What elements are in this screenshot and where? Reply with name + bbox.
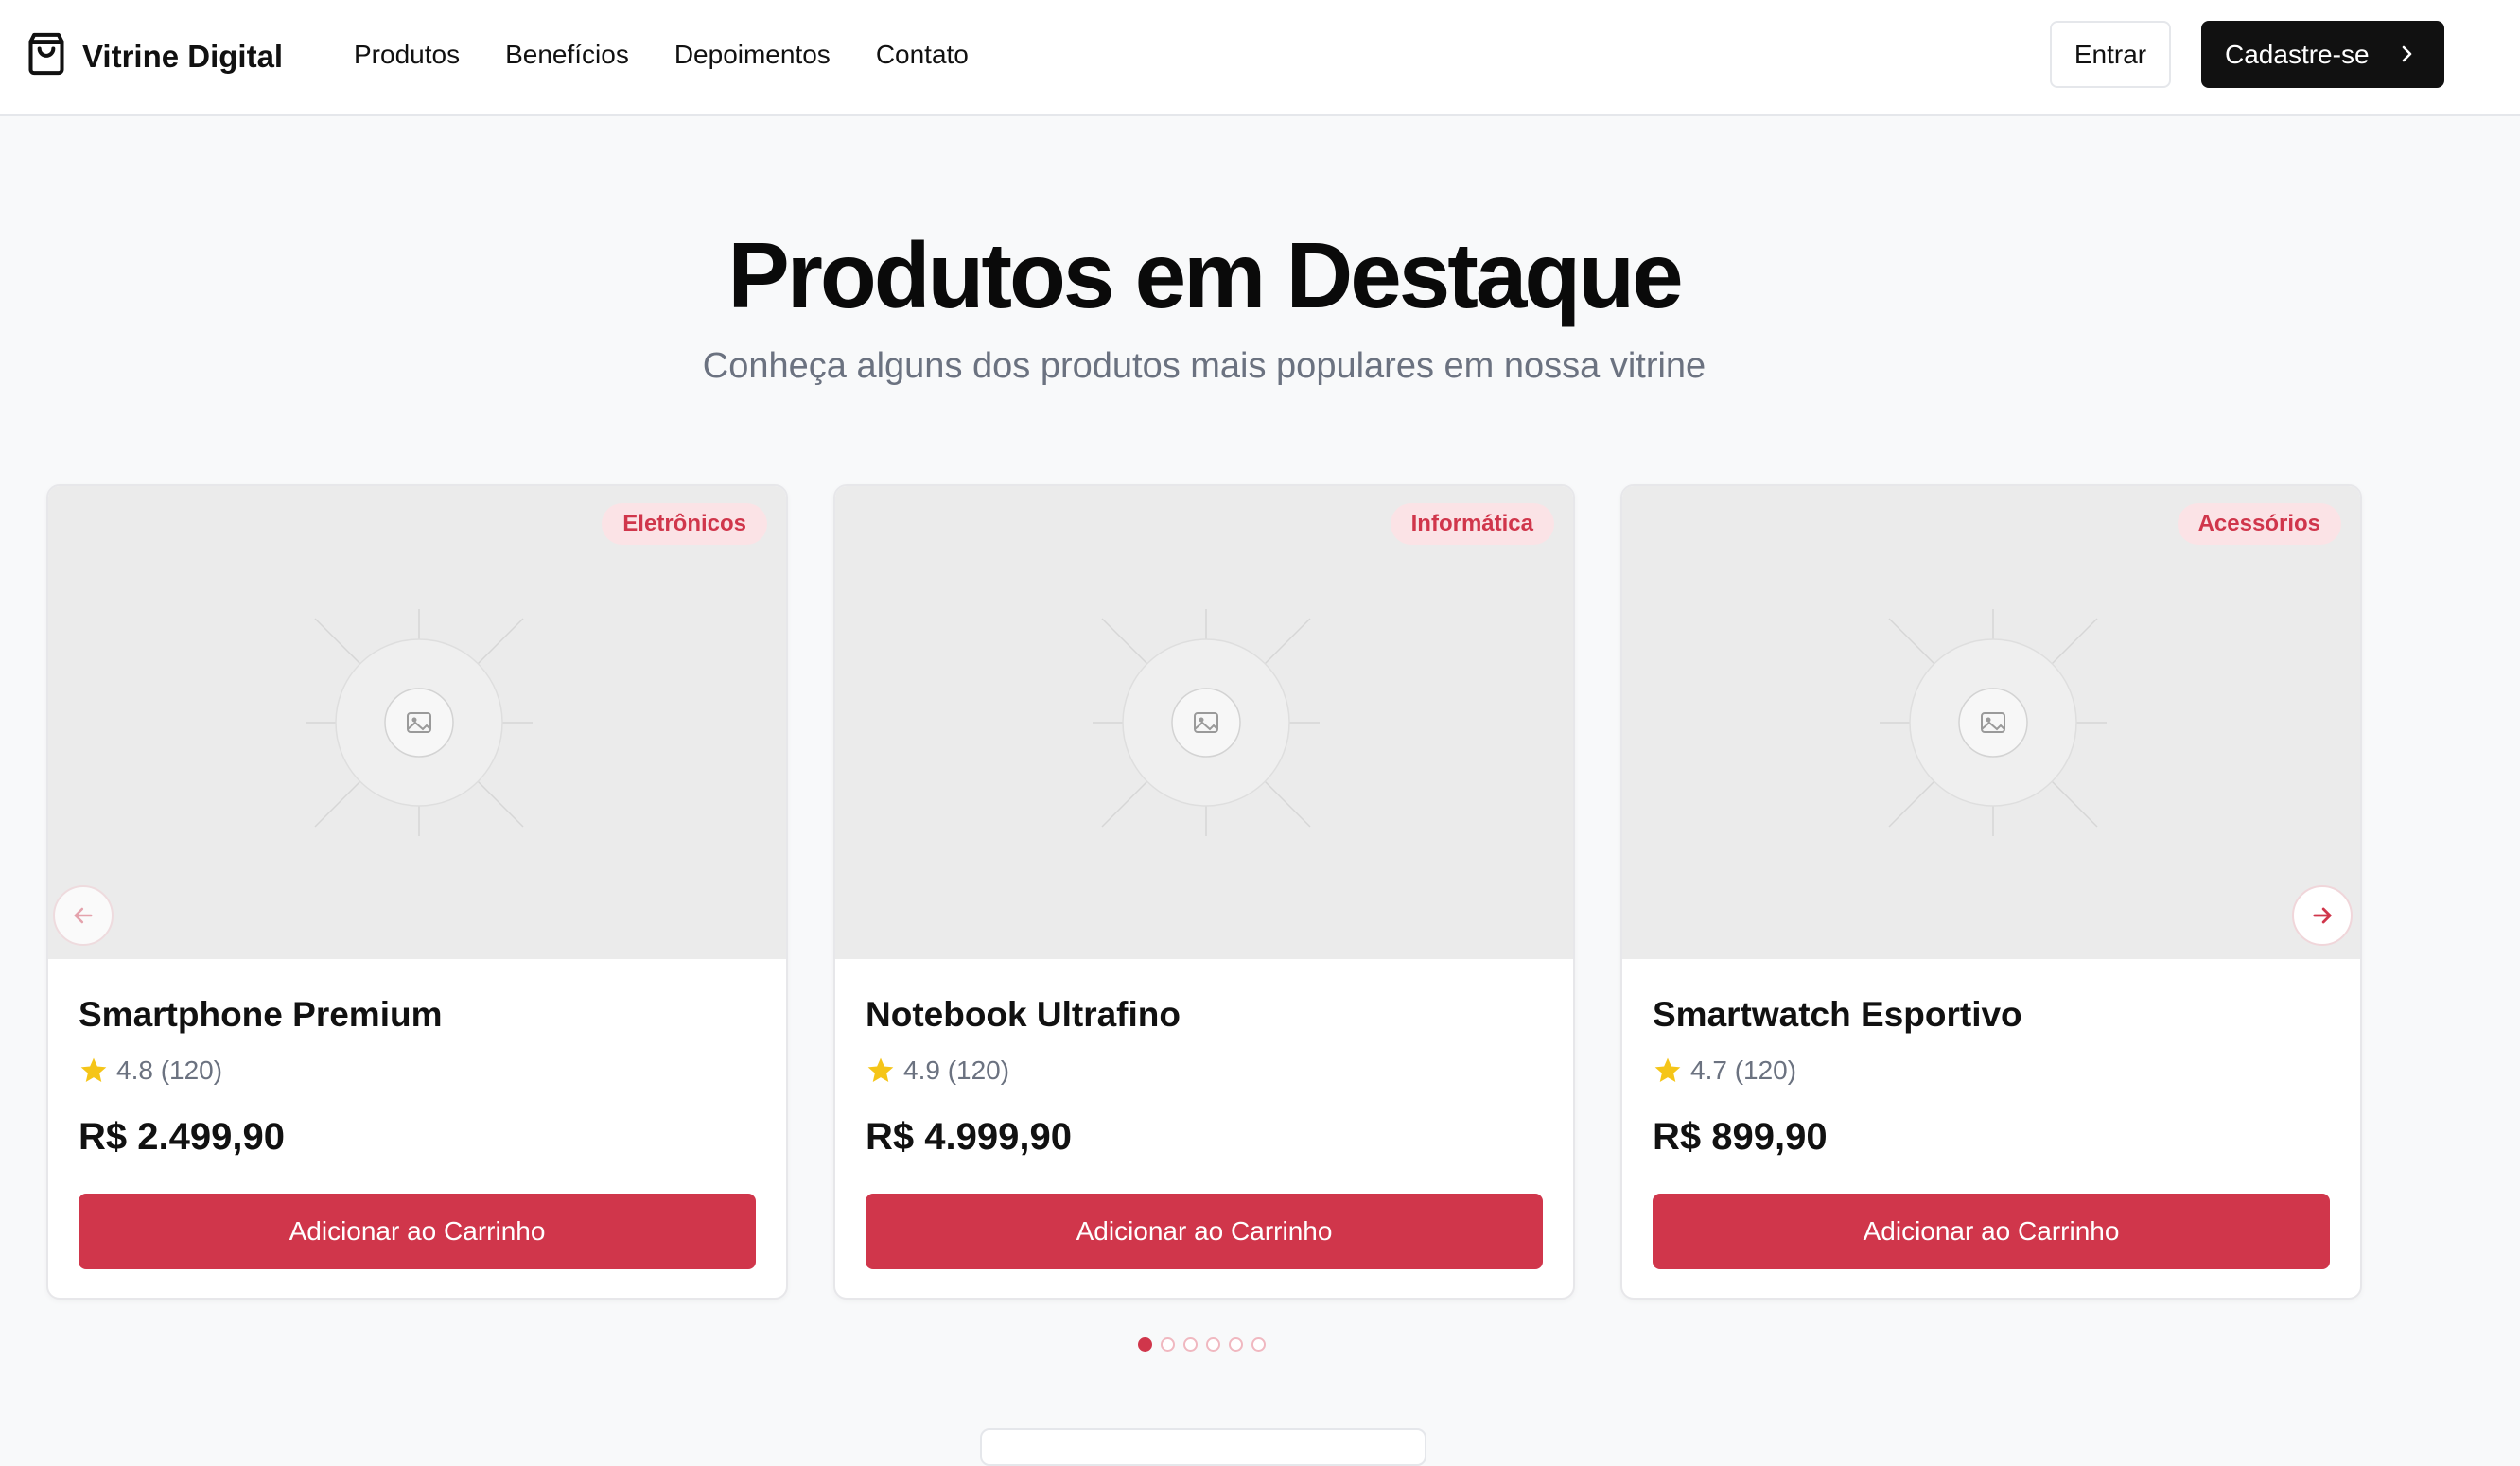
product-name: Notebook Ultrafino (866, 995, 1181, 1034)
nav-link-beneficios[interactable]: Benefícios (505, 36, 629, 74)
shopping-bag-icon (26, 31, 67, 81)
product-card: Acessórios Smartwatch Esportivo 4.7 (120… (1620, 484, 2362, 1300)
product-price: R$ 899,90 (1653, 1116, 1828, 1158)
product-name: Smartphone Premium (79, 995, 443, 1034)
nav-link-depoimentos[interactable]: Depoimentos (674, 36, 831, 74)
section-title: Produtos em Destaque (727, 223, 1683, 327)
product-name: Smartwatch Esportivo (1653, 995, 2022, 1034)
carousel-dot-6[interactable] (1251, 1337, 1266, 1352)
product-card: Informática Notebook Ultrafino 4.9 (120)… (833, 484, 1575, 1300)
arrow-right-icon (2313, 907, 2332, 924)
carousel-dot-5[interactable] (1229, 1337, 1243, 1352)
carousel-dot-1[interactable] (1138, 1337, 1152, 1352)
main-nav: Produtos Benefícios Depoimentos Contato (354, 36, 1014, 74)
carousel-dot-4[interactable] (1206, 1337, 1220, 1352)
add-to-cart-button[interactable]: Adicionar ao Carrinho (79, 1194, 756, 1269)
image-placeholder-icon (306, 609, 533, 836)
chevron-right-icon (2402, 45, 2412, 62)
carousel-prev-button[interactable] (53, 885, 114, 946)
category-badge: Eletrônicos (602, 503, 767, 545)
star-icon (80, 1057, 107, 1082)
site-header: Vitrine Digital Produtos Benefícios Depo… (0, 0, 2520, 116)
product-card: Eletrônicos Smartphone Premium 4.8 (120)… (46, 484, 788, 1300)
section-subtitle: Conheça alguns dos produtos mais popular… (702, 346, 1706, 386)
signup-button-label: Cadastre-se (2225, 39, 2370, 69)
rating-text: 4.9 (120) (903, 1056, 1010, 1085)
product-image-placeholder (48, 486, 786, 959)
add-to-cart-button[interactable]: Adicionar ao Carrinho (1653, 1194, 2330, 1269)
rating-text: 4.8 (120) (116, 1056, 223, 1085)
rating-text: 4.7 (120) (1690, 1056, 1797, 1085)
arrow-left-icon (74, 907, 93, 924)
nav-link-produtos[interactable]: Produtos (354, 36, 460, 74)
product-image-placeholder (835, 486, 1573, 959)
image-placeholder-icon (1880, 609, 2107, 836)
product-rating: 4.9 (120) (866, 1056, 1009, 1086)
login-button[interactable]: Entrar (2050, 21, 2171, 88)
category-badge: Acessórios (2177, 503, 2341, 545)
brand-logo[interactable]: Vitrine Digital (26, 31, 283, 81)
product-rating: 4.7 (120) (1653, 1056, 1796, 1086)
add-to-cart-button[interactable]: Adicionar ao Carrinho (866, 1194, 1543, 1269)
product-rating: 4.8 (120) (79, 1056, 222, 1086)
star-icon (867, 1057, 894, 1082)
star-icon (1654, 1057, 1681, 1082)
category-badge: Informática (1390, 503, 1554, 545)
carousel-pagination (1138, 1337, 1274, 1352)
image-placeholder-icon (1093, 609, 1320, 836)
product-price: R$ 4.999,90 (866, 1116, 1072, 1158)
nav-link-contato[interactable]: Contato (876, 36, 969, 74)
carousel-dot-3[interactable] (1183, 1337, 1198, 1352)
product-image-placeholder (1622, 486, 2360, 959)
carousel-next-button[interactable] (2292, 885, 2353, 946)
view-all-button[interactable] (980, 1428, 1426, 1466)
brand-name: Vitrine Digital (82, 38, 284, 74)
product-price: R$ 2.499,90 (79, 1116, 285, 1158)
carousel-dot-2[interactable] (1161, 1337, 1175, 1352)
signup-button[interactable]: Cadastre-se (2201, 21, 2444, 88)
